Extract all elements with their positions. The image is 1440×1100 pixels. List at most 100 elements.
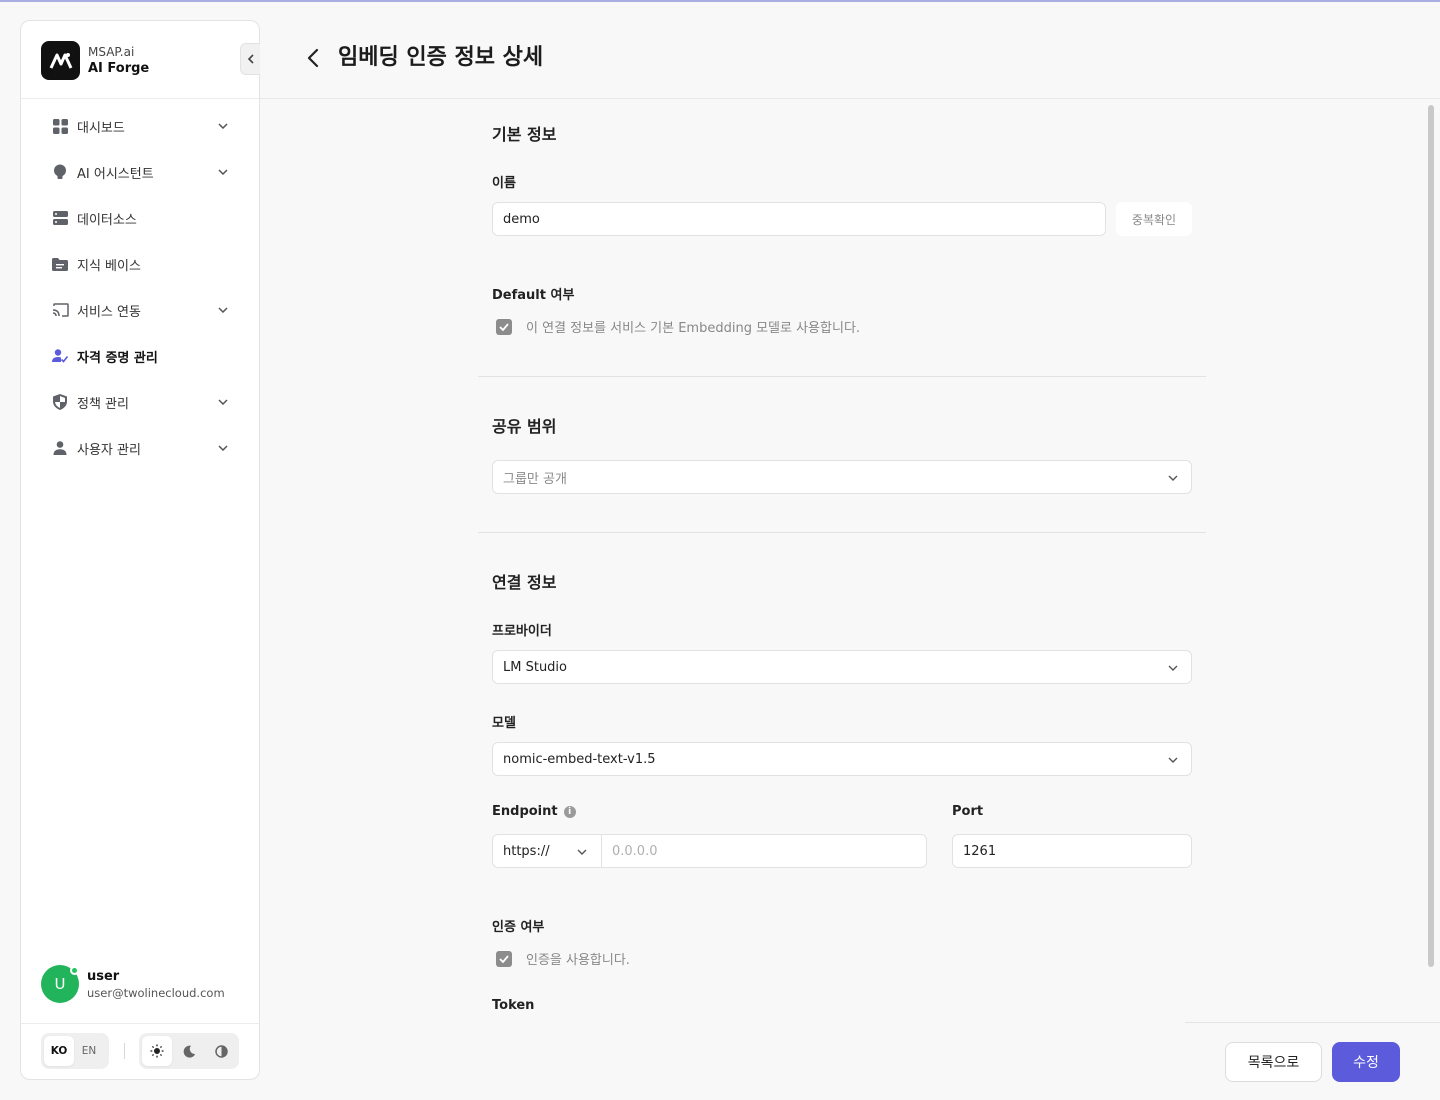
footer-separator [124, 1043, 125, 1059]
sidebar-item-label: 서비스 연동 [77, 304, 141, 320]
sidebar: MSAP.ai AI Forge 대시보드 AI 어시스턴트 데이터소스 지식 … [20, 20, 260, 1080]
default-checkbox-text: 이 연결 정보를 서비스 기본 Embedding 모델로 사용합니다. [526, 321, 861, 336]
chevron-down-icon [217, 442, 229, 454]
folder-icon [51, 255, 69, 273]
lightbulb-icon [51, 163, 69, 181]
endpoint-host-input[interactable]: 0.0.0.0 [601, 834, 927, 868]
shield-icon [51, 393, 69, 411]
contrast-icon [214, 1044, 228, 1058]
model-select[interactable]: nomic-embed-text-v1.5 [492, 742, 1192, 776]
online-status-dot [70, 966, 79, 975]
chevron-left-icon [247, 54, 254, 64]
theme-switcher [139, 1033, 239, 1069]
theme-light-button[interactable] [142, 1036, 172, 1066]
sidebar-item-label: 지식 베이스 [77, 258, 141, 274]
brand-sub: MSAP.ai [88, 44, 135, 59]
section-divider [478, 376, 1206, 377]
scrollbar[interactable] [1428, 105, 1434, 967]
default-checkbox-row[interactable]: 이 연결 정보를 서비스 기본 Embedding 모델로 사용합니다. [496, 317, 860, 336]
chevron-down-icon [1168, 475, 1178, 481]
cast-icon [51, 301, 69, 319]
auth-label: 인증 여부 [492, 920, 545, 935]
sidebar-item-label: AI 어시스턴트 [77, 166, 154, 182]
sidebar-bottom-divider [21, 1023, 259, 1024]
database-icon [51, 209, 69, 227]
auth-checkbox[interactable] [496, 950, 512, 967]
provider-label: 프로바이더 [492, 624, 552, 639]
chevron-down-icon [1168, 757, 1178, 763]
default-label: Default 여부 [492, 288, 575, 303]
back-to-list-button[interactable]: 목록으로 [1225, 1042, 1322, 1082]
model-label: 모델 [492, 716, 516, 731]
sidebar-item-label: 사용자 관리 [77, 442, 141, 458]
sidebar-item-user-management[interactable]: 사용자 관리 [21, 425, 259, 471]
edit-button[interactable]: 수정 [1332, 1042, 1400, 1082]
arrow-left-icon [307, 48, 319, 68]
sidebar-item-dashboard[interactable]: 대시보드 [21, 103, 259, 149]
name-input[interactable]: demo [492, 202, 1106, 236]
brand-logo [41, 41, 80, 80]
port-input[interactable]: 1261 [952, 834, 1192, 868]
lang-ko-button[interactable]: KO [44, 1036, 74, 1066]
auth-checkbox-text: 인증을 사용합니다. [526, 953, 630, 968]
main-content: 기본 정보 이름 demo 중복확인 Default 여부 이 연결 정보를 서… [260, 100, 1440, 1100]
page-header: 임베딩 인증 정보 상세 [260, 0, 1440, 99]
port-label: Port [952, 804, 984, 819]
endpoint-label-text: Endpoint [492, 804, 558, 819]
check-icon [499, 954, 509, 963]
provider-select[interactable]: LM Studio [492, 650, 1192, 684]
avatar-initial: U [54, 975, 66, 993]
theme-dark-button[interactable] [174, 1036, 204, 1066]
duplicate-check-button[interactable]: 중복확인 [1116, 202, 1192, 236]
share-scope-value: 그룹만 공개 [503, 471, 567, 487]
brand[interactable]: MSAP.ai AI Forge [41, 41, 149, 80]
chevron-down-icon [217, 120, 229, 132]
endpoint-protocol-value: https:// [503, 843, 550, 859]
collapse-sidebar-button[interactable] [240, 43, 260, 75]
theme-system-button[interactable] [206, 1036, 236, 1066]
back-button[interactable] [302, 46, 324, 70]
sidebar-item-credentials[interactable]: 자격 증명 관리 [21, 333, 259, 379]
user-check-icon [51, 347, 69, 365]
sidebar-item-datasource[interactable]: 데이터소스 [21, 195, 259, 241]
provider-value: LM Studio [503, 659, 567, 675]
section-divider [478, 532, 1206, 533]
section-title-share: 공유 범위 [492, 417, 557, 436]
page-title: 임베딩 인증 정보 상세 [338, 45, 544, 70]
person-icon [51, 439, 69, 457]
sidebar-item-knowledge-base[interactable]: 지식 베이스 [21, 241, 259, 287]
user-profile[interactable]: U user user@twolinecloud.com [41, 965, 225, 1003]
endpoint-label: Endpoint i [492, 804, 576, 819]
share-scope-select[interactable]: 그룹만 공개 [492, 460, 1192, 494]
sidebar-item-label: 자격 증명 관리 [77, 350, 158, 366]
avatar: U [41, 965, 79, 1003]
sidebar-item-ai-assistant[interactable]: AI 어시스턴트 [21, 149, 259, 195]
token-label: Token [492, 998, 535, 1013]
info-icon[interactable]: i [563, 805, 576, 818]
default-checkbox[interactable] [496, 318, 512, 335]
sidebar-nav: 대시보드 AI 어시스턴트 데이터소스 지식 베이스 서비스 연동 자격 증명 … [21, 103, 259, 471]
sun-icon [150, 1044, 164, 1058]
chevron-down-icon [217, 396, 229, 408]
sidebar-item-policy[interactable]: 정책 관리 [21, 379, 259, 425]
chevron-down-icon [577, 849, 587, 855]
moon-icon [183, 1045, 195, 1058]
language-switcher: KO EN [41, 1033, 109, 1069]
chevron-down-icon [217, 304, 229, 316]
auth-checkbox-row[interactable]: 인증을 사용합니다. [496, 949, 630, 968]
sidebar-item-label: 정책 관리 [77, 396, 129, 412]
endpoint-protocol-select[interactable]: https:// [492, 834, 602, 868]
chevron-down-icon [1168, 665, 1178, 671]
chevron-down-icon [217, 166, 229, 178]
section-title-basic: 기본 정보 [492, 125, 557, 144]
sidebar-item-label: 데이터소스 [77, 212, 137, 228]
dashboard-icon [51, 117, 69, 135]
check-icon [499, 322, 509, 331]
model-value: nomic-embed-text-v1.5 [503, 751, 656, 767]
sidebar-item-service-integration[interactable]: 서비스 연동 [21, 287, 259, 333]
name-label: 이름 [492, 176, 516, 191]
sidebar-item-label: 대시보드 [77, 120, 125, 136]
lang-en-button[interactable]: EN [74, 1036, 104, 1066]
user-name: user [87, 968, 120, 984]
section-title-connection: 연결 정보 [492, 573, 557, 592]
